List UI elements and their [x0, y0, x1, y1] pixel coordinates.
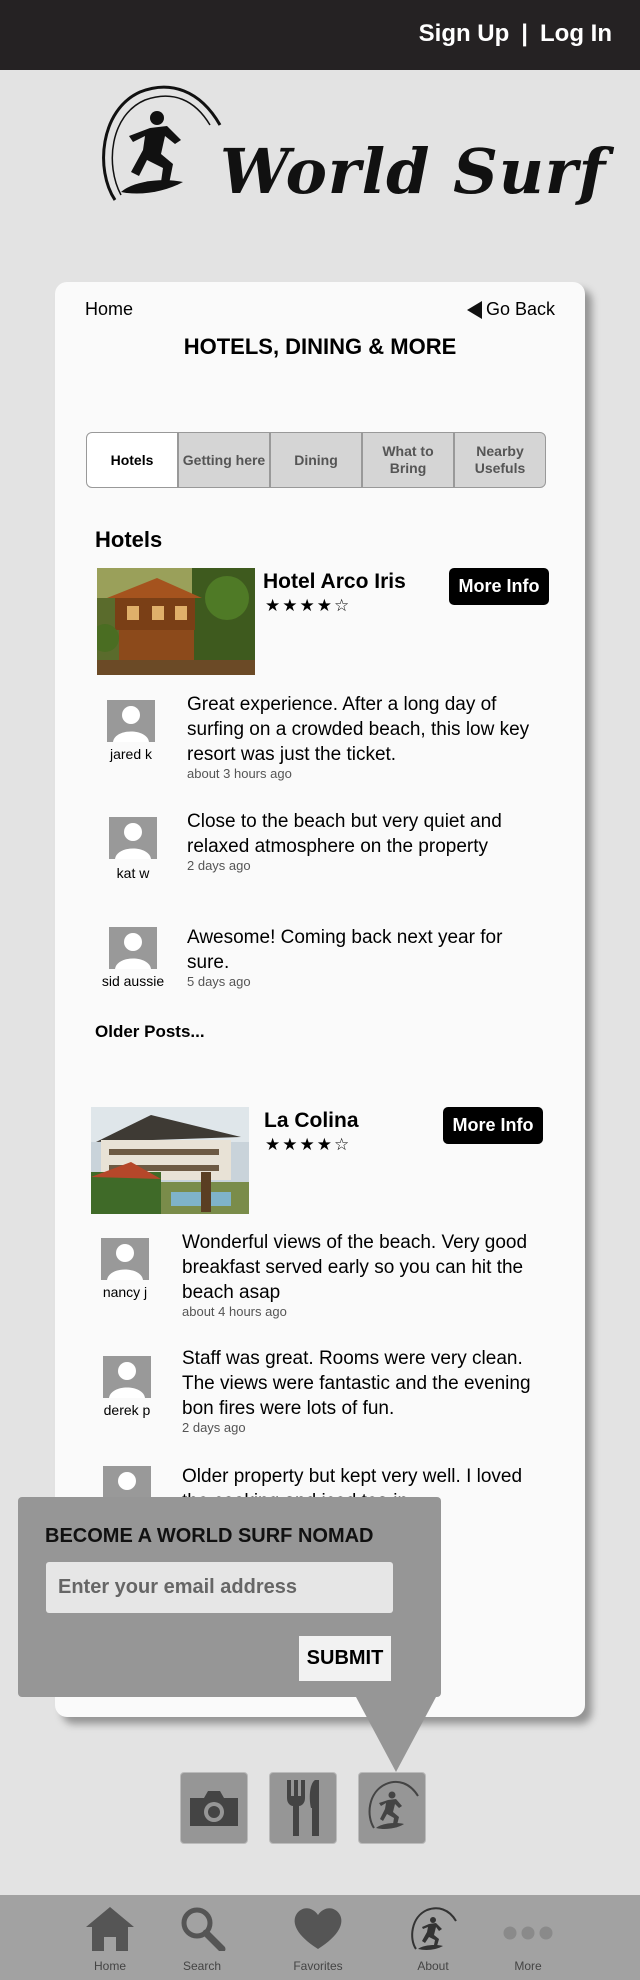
more-icon — [503, 1926, 553, 1940]
surfer-icon — [411, 1907, 457, 1950]
avatar — [101, 1238, 149, 1280]
tab-nearby-usefuls[interactable]: Nearby Usefuls — [454, 432, 546, 488]
surf-button[interactable] — [358, 1772, 426, 1844]
review-time: 2 days ago — [187, 858, 251, 873]
review-time: about 3 hours ago — [187, 766, 292, 781]
tab-hotels[interactable]: Hotels — [86, 432, 178, 488]
hotel-photo[interactable] — [91, 1107, 249, 1214]
review-text: Staff was great. Rooms were very clean. … — [182, 1348, 531, 1419]
back-arrow-icon — [466, 300, 482, 319]
star-rating: ★★★★☆ — [265, 1135, 352, 1154]
nav-label: More — [514, 1959, 542, 1973]
review-user[interactable]: derek p — [77, 1402, 177, 1418]
review-user[interactable]: sid aussie — [83, 973, 183, 989]
review-text: Awesome! Coming back next year for sure. — [187, 927, 503, 973]
sign-up-link[interactable]: Sign Up — [419, 20, 510, 48]
nav-label: About — [417, 1959, 449, 1973]
surfer-logo-icon — [102, 85, 222, 201]
review-text: Close to the beach but very quiet and re… — [187, 811, 502, 857]
category-tabs: Hotels Getting here Dining What to Bring… — [86, 432, 546, 488]
nav-label: Search — [182, 1959, 222, 1973]
popup-pointer — [356, 1697, 436, 1772]
more-info-button[interactable]: More Info — [449, 568, 549, 605]
camera-icon — [190, 1791, 238, 1826]
avatar — [103, 1356, 151, 1398]
review-body: Close to the beach but very quiet and re… — [187, 809, 537, 873]
auth-separator: | — [521, 20, 529, 47]
avatar — [109, 817, 157, 859]
nav-search[interactable]: Search — [162, 1895, 242, 1980]
hotel-photo[interactable] — [97, 568, 255, 675]
email-input[interactable] — [46, 1562, 393, 1613]
go-back-button[interactable]: Go Back — [466, 299, 555, 320]
more-info-button[interactable]: More Info — [443, 1107, 543, 1144]
review-text: Wonderful views of the beach. Very good … — [182, 1232, 528, 1303]
camera-button[interactable] — [180, 1772, 248, 1844]
review-user[interactable]: jared k — [81, 746, 181, 762]
tab-getting-here[interactable]: Getting here — [178, 432, 270, 488]
page-title: HOTELS, DINING & MORE — [183, 334, 457, 359]
hotel-name[interactable]: La Colina — [264, 1109, 359, 1133]
log-in-link[interactable]: Log In — [540, 20, 612, 48]
submit-button[interactable]: SUBMIT — [299, 1636, 391, 1681]
home-link[interactable]: Home — [85, 299, 133, 320]
review-body: Wonderful views of the beach. Very good … — [182, 1230, 532, 1319]
avatar — [107, 700, 155, 742]
avatar — [109, 927, 157, 969]
hotel-name[interactable]: Hotel Arco Iris — [263, 570, 406, 594]
tab-what-to-bring[interactable]: What to Bring — [362, 432, 454, 488]
newsletter-title: BECOME A WORLD SURF NOMAD — [45, 1525, 374, 1547]
section-title: Hotels — [95, 527, 163, 552]
world-surf-logo[interactable]: World Surf — [95, 80, 605, 250]
review-body: Great experience. After a long day of su… — [187, 692, 537, 781]
nav-home[interactable]: Home — [70, 1895, 150, 1980]
nav-more[interactable]: More — [488, 1895, 568, 1980]
home-icon — [86, 1907, 134, 1951]
bottom-nav: Home Search Favorites About More — [0, 1895, 640, 1980]
heart-icon — [294, 1908, 342, 1949]
logo-text: World Surf — [220, 135, 607, 208]
dining-icon — [287, 1780, 319, 1836]
review-time: 2 days ago — [182, 1420, 246, 1435]
star-rating: ★★★★☆ — [265, 596, 352, 615]
surfer-icon — [368, 1780, 419, 1829]
auth-links: Sign Up | Log In — [419, 20, 612, 48]
search-icon — [181, 1907, 226, 1951]
nav-label: Favorites — [293, 1959, 343, 1973]
older-posts-link[interactable]: Older Posts... — [95, 1022, 205, 1042]
review-time: about 4 hours ago — [182, 1304, 287, 1319]
review-time: 5 days ago — [187, 974, 251, 989]
newsletter-popup: BECOME A WORLD SURF NOMAD SUBMIT — [18, 1497, 441, 1697]
review-text: Great experience. After a long day of su… — [187, 694, 530, 765]
tab-dining[interactable]: Dining — [270, 432, 362, 488]
nav-about[interactable]: About — [393, 1895, 473, 1980]
dining-button[interactable] — [269, 1772, 337, 1844]
review-body: Staff was great. Rooms were very clean. … — [182, 1346, 532, 1435]
review-user[interactable]: nancy j — [75, 1284, 175, 1300]
review-user[interactable]: kat w — [83, 865, 183, 881]
top-bar: Sign Up | Log In — [0, 0, 640, 70]
nav-label: Home — [93, 1959, 126, 1973]
review-body: Awesome! Coming back next year for sure.… — [187, 925, 537, 989]
go-back-label: Go Back — [485, 299, 555, 319]
nav-favorites[interactable]: Favorites — [278, 1895, 358, 1980]
